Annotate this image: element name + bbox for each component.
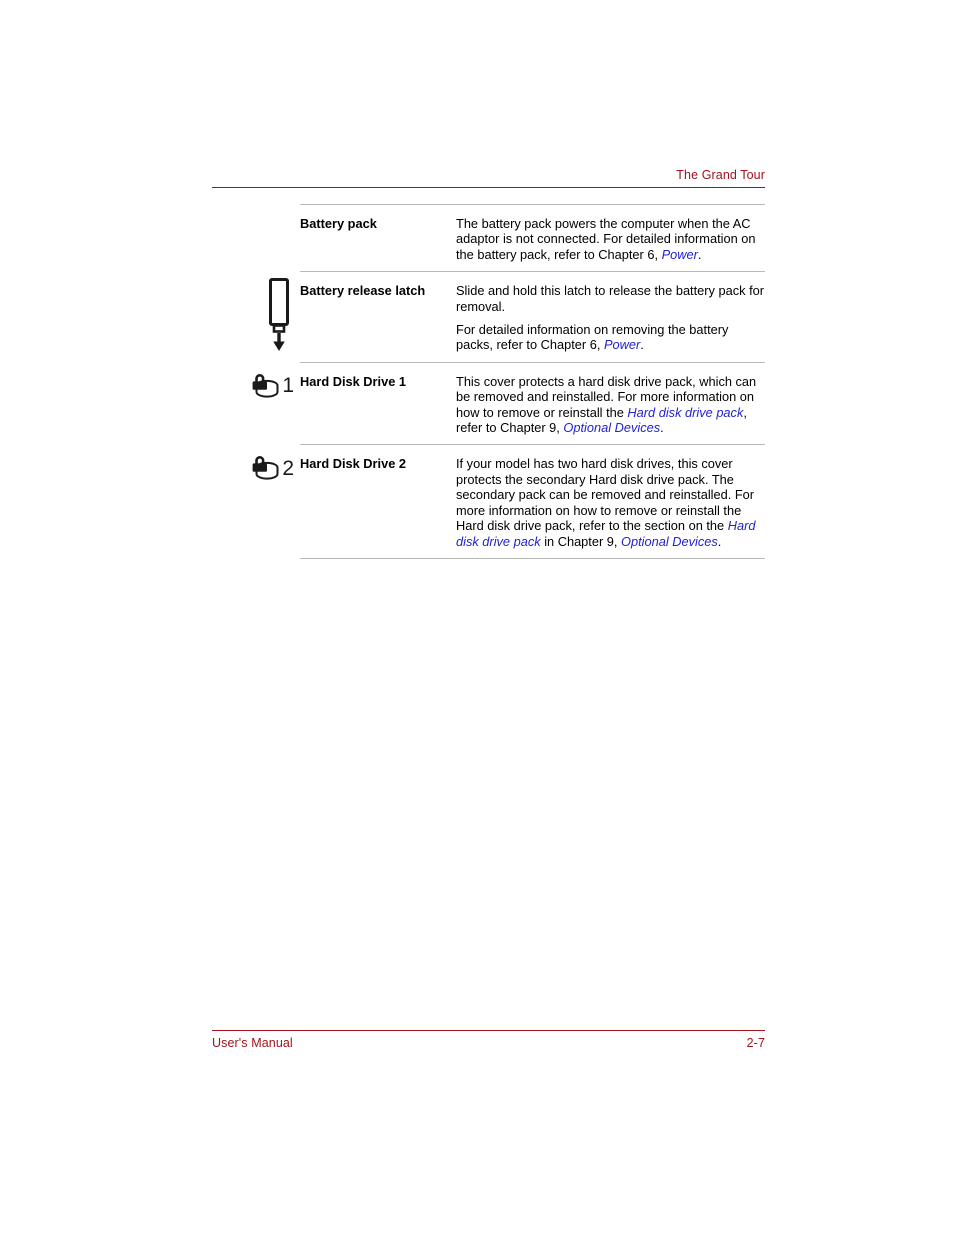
row-label: Battery release latch xyxy=(300,283,426,299)
header-divider xyxy=(212,187,765,188)
table-row: Battery release latch Slide and hold this… xyxy=(269,271,765,362)
row-label: Battery pack xyxy=(300,216,377,231)
cross-reference-link[interactable]: Optional Devices xyxy=(621,534,718,549)
row-icon-cell: 2 xyxy=(228,451,294,485)
footer-page-number: 2-7 xyxy=(746,1036,765,1050)
row-label: Hard Disk Drive 2 xyxy=(300,456,406,472)
row-description: This cover protects a hard disk drive pa… xyxy=(456,374,765,436)
row-description: Slide and hold this latch to release the… xyxy=(456,283,765,353)
row-description-paragraph: The battery pack powers the computer whe… xyxy=(456,216,765,262)
row-description: The battery pack powers the computer whe… xyxy=(456,216,765,262)
row-description-paragraph: If your model has two hard disk drives, … xyxy=(456,456,765,548)
row-description-text: . xyxy=(660,420,664,436)
row-icon-cell: 1 xyxy=(228,369,294,403)
row-description-text: Slide and hold this latch to release the… xyxy=(456,283,765,314)
header-chapter-title: The Grand Tour xyxy=(676,168,765,182)
row-description-text: . xyxy=(640,337,644,353)
cross-reference-link[interactable]: Power xyxy=(604,337,640,352)
row-description-paragraph: This cover protects a hard disk drive pa… xyxy=(456,374,765,436)
footer-divider xyxy=(212,1030,765,1031)
hard-disk-drive-lock-icon: 1 xyxy=(251,369,294,403)
cross-reference-link[interactable]: Hard disk drive pack xyxy=(627,405,743,420)
manual-page: The Grand Tour Battery pack The battery p… xyxy=(0,0,954,1235)
row-description-text: . xyxy=(697,246,702,262)
cross-reference-link[interactable]: Power xyxy=(662,247,698,262)
hard-disk-drive-index: 2 xyxy=(282,456,294,480)
specification-table: Battery pack The battery pack powers the … xyxy=(252,204,765,559)
table-row: Battery pack The battery pack powers the … xyxy=(300,204,765,271)
row-icon-cell xyxy=(228,278,294,352)
row-description-text: If your model has two hard disk drives, … xyxy=(456,456,755,534)
row-description-text: . xyxy=(717,533,722,549)
hard-disk-drive-index: 1 xyxy=(282,374,294,398)
footer-document-title: User's Manual xyxy=(212,1036,293,1050)
row-description-text: For detailed information on removing the… xyxy=(456,322,729,353)
row-description-paragraph: For detailed information on removing the… xyxy=(456,322,765,353)
row-description: If your model has two hard disk drives, … xyxy=(456,456,765,548)
table-row: 1 Hard Disk Drive 1 This cover protects a … xyxy=(252,361,765,445)
row-description-paragraph: Slide and hold this latch to release the… xyxy=(456,283,765,314)
battery-release-latch-icon xyxy=(260,278,294,352)
row-description-text: in Chapter 9, xyxy=(540,533,622,549)
cross-reference-link[interactable]: Optional Devices xyxy=(563,420,660,435)
page-header: The Grand Tour xyxy=(212,168,765,188)
hard-disk-drive-lock-icon: 2 xyxy=(251,451,294,485)
page-footer: User's Manual 2-7 xyxy=(212,1030,765,1050)
row-description-text: The battery pack powers the computer whe… xyxy=(456,216,756,262)
table-row: 2 Hard Disk Drive 2 If your model has two … xyxy=(252,444,765,559)
row-label: Hard Disk Drive 1 xyxy=(300,373,406,389)
